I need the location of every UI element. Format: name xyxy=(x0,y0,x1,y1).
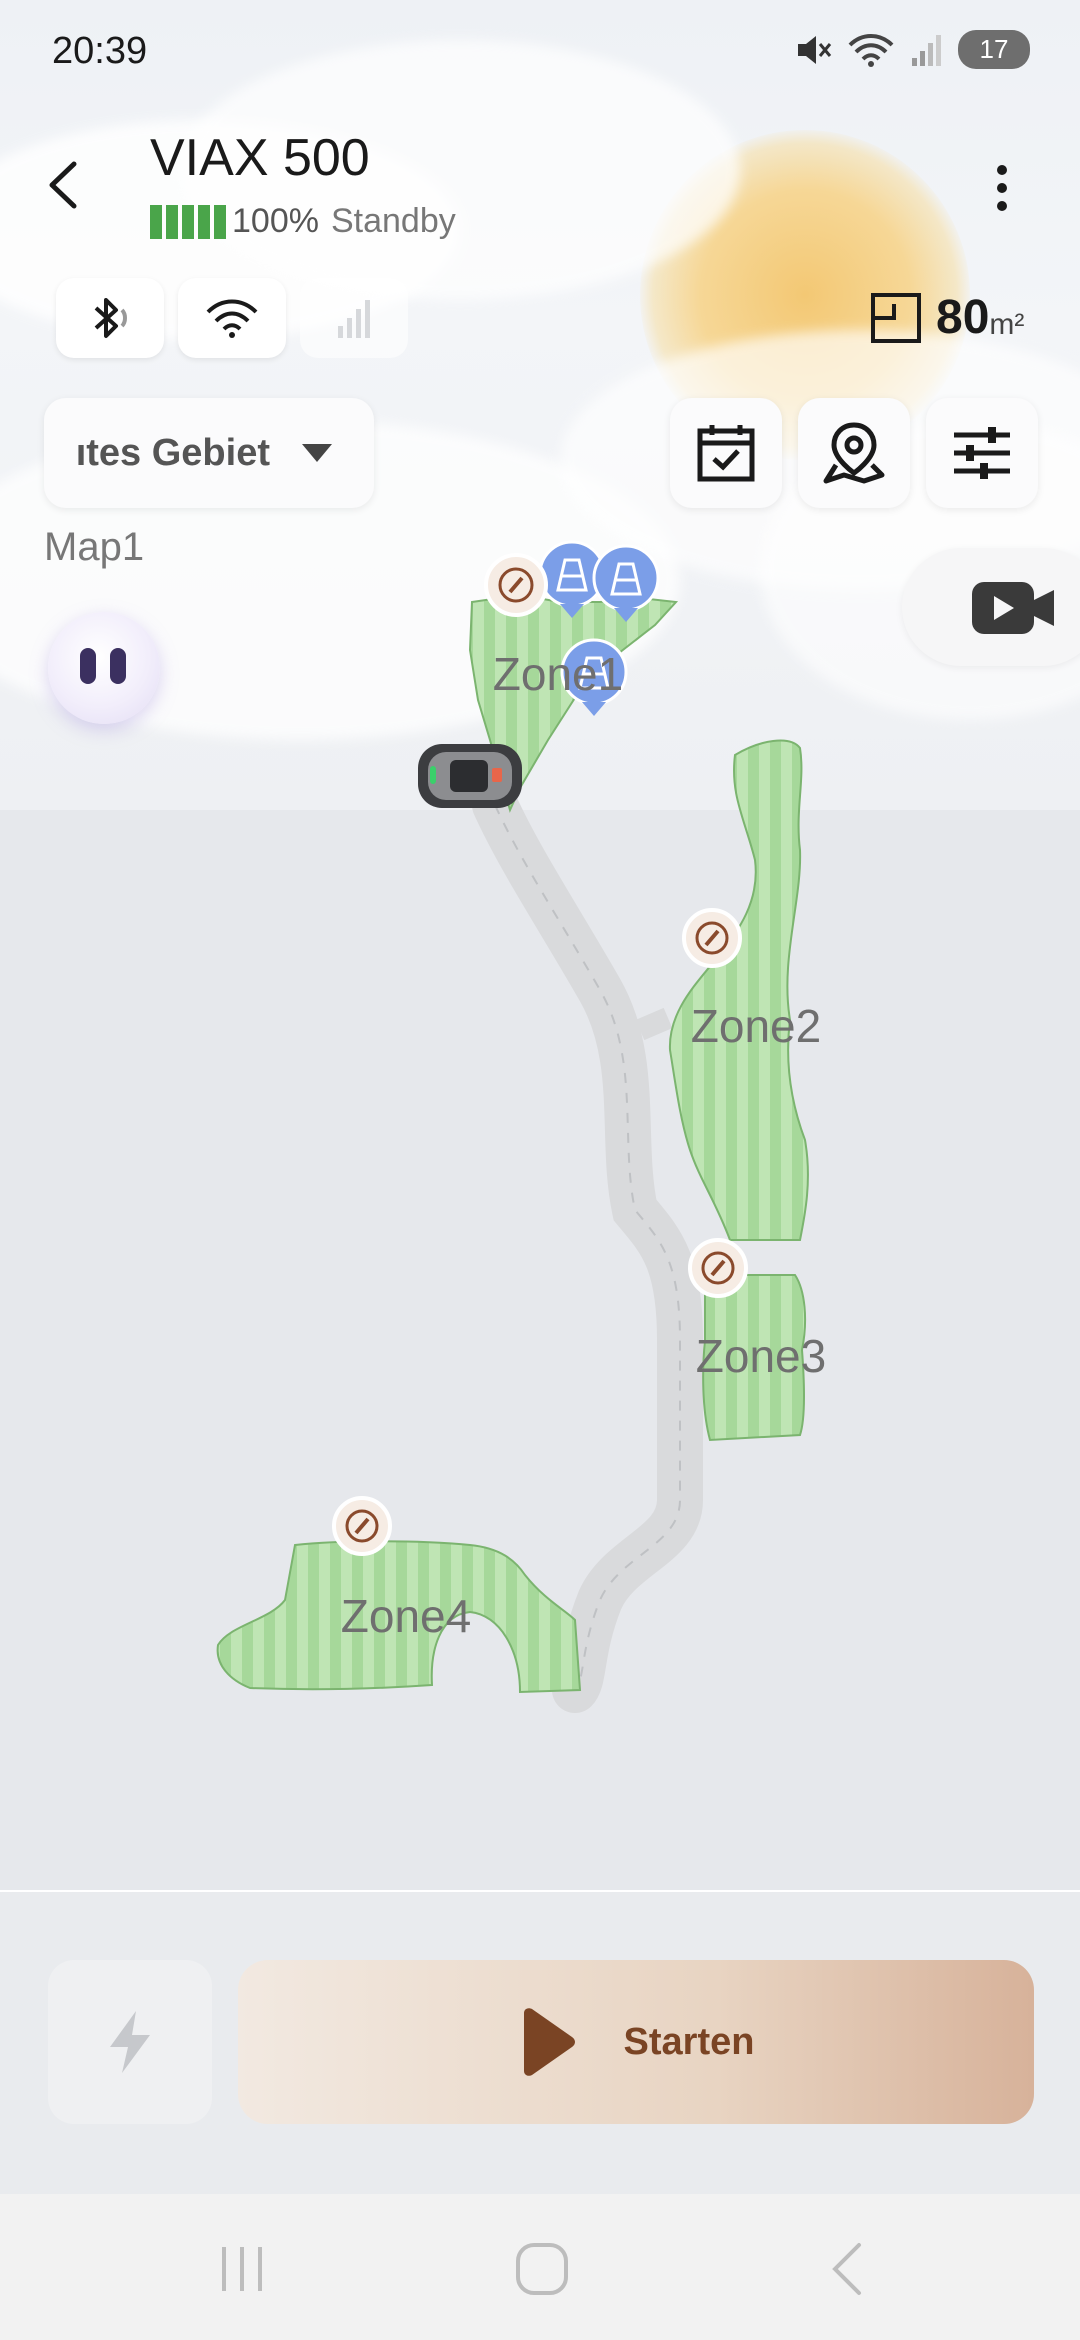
start-label: Starten xyxy=(623,2020,755,2063)
area-unit: m² xyxy=(989,307,1025,341)
zone-label: Zone3 xyxy=(696,1330,826,1382)
signal-icon xyxy=(912,34,941,66)
settings-sliders-icon xyxy=(954,427,1010,479)
wifi-icon xyxy=(848,33,894,67)
back-chevron-icon xyxy=(832,2243,861,2295)
map-name: Map1 xyxy=(44,525,145,569)
bluetooth-button[interactable] xyxy=(56,278,164,358)
caret-down-icon xyxy=(302,444,332,462)
status-bar: 20:39 17 xyxy=(0,0,1080,110)
device-state: Standby xyxy=(330,202,456,240)
lawn-map[interactable]: Zone1 Zone2 Zone3 Zone4 xyxy=(0,0,1080,1890)
status-icons: 17 xyxy=(794,30,1030,69)
lawn-area: 80 m² xyxy=(870,290,1024,345)
cellular-button[interactable] xyxy=(300,278,408,358)
zone2-area[interactable] xyxy=(668,739,809,1241)
lightning-icon xyxy=(110,2011,150,2073)
mute-icon xyxy=(798,35,832,64)
status-time: 20:39 xyxy=(52,30,148,72)
battery-indicator: 17 xyxy=(958,30,1030,69)
transit-path xyxy=(472,782,703,1713)
zone-label: Zone1 xyxy=(493,648,623,700)
assistant-avatar-button[interactable] xyxy=(48,612,160,724)
back-arrow-icon xyxy=(49,161,77,209)
cellular-signal-icon xyxy=(338,300,370,338)
system-navigation-bar xyxy=(0,2194,1080,2340)
settings-button[interactable] xyxy=(926,398,1038,508)
camera-button[interactable] xyxy=(902,548,1080,666)
mowing-direction-icon[interactable] xyxy=(688,1238,748,1298)
bluetooth-icon xyxy=(94,298,127,338)
start-button[interactable]: Starten xyxy=(238,1960,1034,2124)
battery-level-bars xyxy=(150,204,226,239)
zone-label: Zone4 xyxy=(341,1590,471,1642)
area-selector-value: ıtes Gebiet xyxy=(75,432,270,474)
area-selector-dropdown[interactable]: ıtes Gebiet xyxy=(44,398,374,508)
system-back-button[interactable] xyxy=(806,2234,886,2304)
assistant-eye xyxy=(110,648,126,684)
map-edit-button[interactable] xyxy=(798,398,910,508)
recent-apps-icon xyxy=(222,2247,262,2291)
video-camera-icon xyxy=(972,582,1054,634)
device-status: 100% Standby xyxy=(150,202,456,241)
mower-icon[interactable] xyxy=(418,744,522,808)
map-pin-icon xyxy=(823,422,885,484)
battery-percent: 100% xyxy=(232,202,319,240)
floor-plan-icon xyxy=(871,292,921,343)
back-button[interactable] xyxy=(36,150,96,220)
play-icon xyxy=(523,2008,575,2076)
wifi-icon xyxy=(206,299,258,338)
assistant-eye xyxy=(80,648,96,684)
schedule-button[interactable] xyxy=(670,398,782,508)
wifi-button[interactable] xyxy=(178,278,286,358)
area-value: 80 xyxy=(936,291,990,344)
mowing-direction-icon[interactable] xyxy=(682,908,742,968)
more-options-button[interactable] xyxy=(990,160,1014,220)
return-to-charge-button[interactable] xyxy=(48,1960,212,2124)
more-vertical-icon xyxy=(997,165,1007,211)
schedule-icon xyxy=(697,425,755,482)
home-button[interactable] xyxy=(502,2234,582,2304)
recent-apps-button[interactable] xyxy=(202,2234,282,2304)
mowing-direction-icon[interactable] xyxy=(332,1496,392,1556)
zone-label: Zone2 xyxy=(691,1000,821,1052)
mowing-direction-icon[interactable] xyxy=(484,553,548,617)
home-icon xyxy=(516,2243,568,2295)
device-title: VIAX 500 xyxy=(150,129,370,187)
